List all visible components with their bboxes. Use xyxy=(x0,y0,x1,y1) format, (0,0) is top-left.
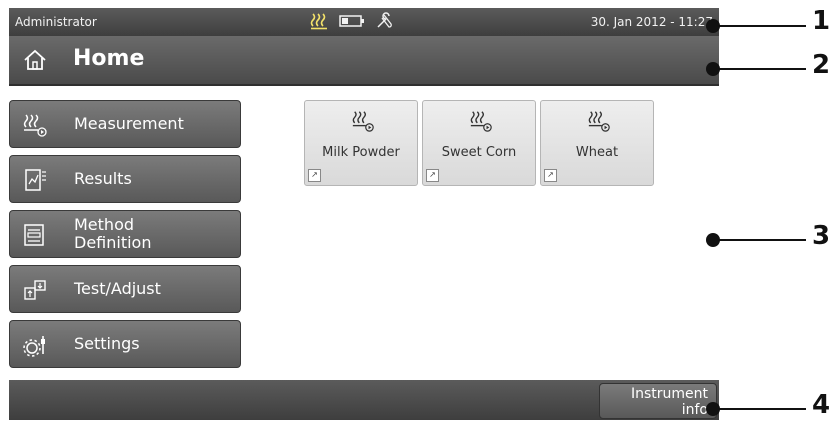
shortcut-label: Sweet Corn xyxy=(441,145,517,160)
test-adjust-icon xyxy=(24,280,46,300)
test-adjust-button[interactable]: Test/Adjust xyxy=(9,265,241,313)
heating-play-icon xyxy=(352,111,374,132)
results-label: Results xyxy=(74,169,132,188)
callout-number: 4 xyxy=(812,390,831,420)
status-bar: Administrator 30. Jan 2012 - 11:27 xyxy=(9,8,719,36)
title-bar: Home xyxy=(9,36,719,86)
shortcut-area: Milk Powder ↗ Sweet Corn ↗ Wheat ↗ xyxy=(249,100,719,380)
shortcut-tile[interactable]: Milk Powder ↗ xyxy=(304,100,418,186)
heating-play-icon xyxy=(588,111,610,132)
settings-button[interactable]: Settings xyxy=(9,320,241,368)
heating-play-icon xyxy=(23,114,47,137)
status-icons xyxy=(309,12,395,30)
settings-label: Settings xyxy=(74,334,140,353)
current-user: Administrator xyxy=(15,15,97,29)
settings-gear-icon xyxy=(23,336,45,357)
method-definition-label-line2: Definition xyxy=(74,233,152,252)
shortcut-tile[interactable]: Wheat ↗ xyxy=(540,100,654,186)
page-title: Home xyxy=(73,46,145,71)
shortcut-label: Milk Powder xyxy=(322,145,400,160)
bottom-bar: Instrument info xyxy=(9,380,719,420)
measurement-label: Measurement xyxy=(74,114,184,133)
callout-number: 3 xyxy=(812,221,831,251)
shortcut-tile[interactable]: Sweet Corn ↗ xyxy=(422,100,536,186)
callout-number: 1 xyxy=(812,6,831,36)
callout-leader-line xyxy=(714,239,806,241)
shortcut-link-icon: ↗ xyxy=(426,169,439,182)
callout-leader-line xyxy=(714,25,806,27)
shortcut-link-icon: ↗ xyxy=(544,169,557,182)
service-tools-icon xyxy=(377,12,392,28)
method-definition-button[interactable]: Method Definition xyxy=(9,210,241,258)
callout-leader-line xyxy=(714,408,806,410)
method-definition-icon xyxy=(24,224,44,246)
battery-icon xyxy=(339,15,364,27)
shortcut-label: Wheat xyxy=(575,145,619,160)
test-adjust-label: Test/Adjust xyxy=(74,279,161,298)
instrument-info-label-line2: info xyxy=(681,402,708,418)
results-document-icon xyxy=(25,169,46,191)
results-button[interactable]: Results xyxy=(9,155,241,203)
instrument-info-button[interactable]: Instrument info xyxy=(599,383,717,419)
measurement-button[interactable]: Measurement xyxy=(9,100,241,148)
heating-play-icon xyxy=(470,111,492,132)
device-screen: Administrator 30. Jan 2012 - 11:27 Home xyxy=(9,8,719,420)
shortcut-link-icon: ↗ xyxy=(308,169,321,182)
method-definition-label-line1: Method xyxy=(74,215,135,234)
heating-icon xyxy=(310,13,327,30)
instrument-info-label-line1: Instrument xyxy=(630,386,708,402)
home-icon[interactable] xyxy=(23,49,47,71)
callout-number: 2 xyxy=(812,50,831,80)
date-time: 30. Jan 2012 - 11:27 xyxy=(590,15,713,29)
callout-leader-line xyxy=(714,68,806,70)
method-definition-label: Method Definition xyxy=(74,216,151,252)
